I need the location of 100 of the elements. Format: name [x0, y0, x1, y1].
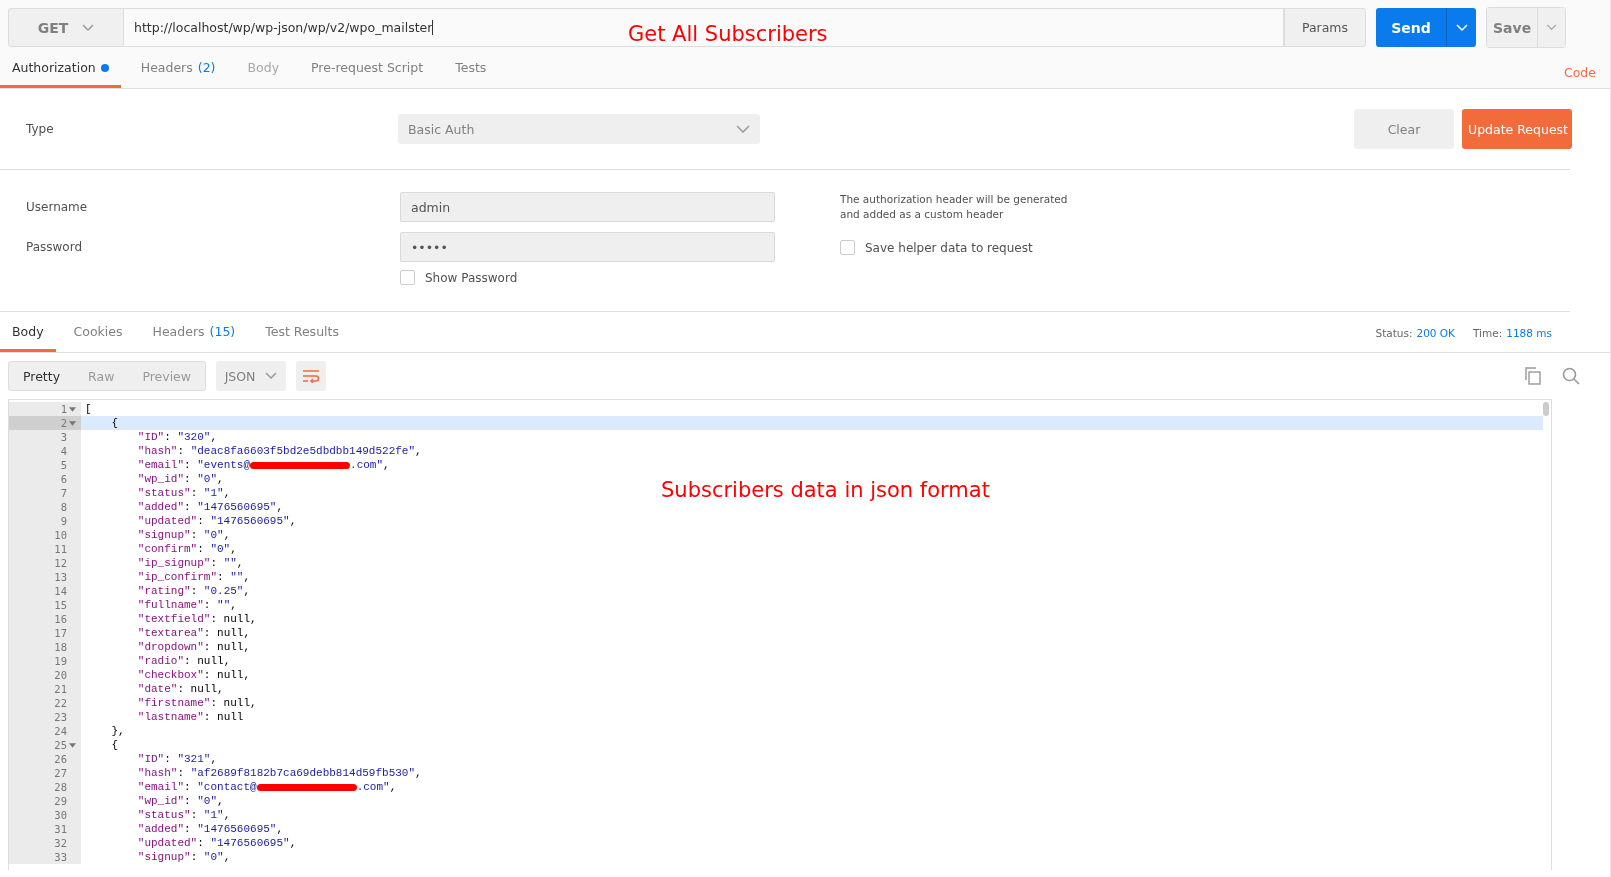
code-text: .com"	[356, 781, 390, 793]
line-number: 15	[54, 599, 67, 611]
code-line: {	[110, 417, 118, 429]
line-number: 20	[54, 669, 67, 681]
line-number: 30	[54, 809, 67, 821]
tab-label: Headers	[140, 60, 193, 75]
line-number: 17	[54, 627, 67, 639]
type-label: Type	[26, 122, 55, 136]
chevron-down-icon	[82, 23, 95, 32]
code-line: "ip_confirm": "",	[136, 571, 251, 583]
line-number: 8	[60, 501, 67, 513]
line-number: 29	[54, 795, 67, 807]
response-tab[interactable]: Body	[0, 314, 56, 352]
code-text: "events@	[197, 459, 251, 471]
code-line: "signup": "0",	[136, 851, 231, 863]
chevron-down-icon	[265, 372, 278, 380]
line-number: 12	[54, 557, 67, 569]
code-line: "status": "1",	[136, 809, 231, 821]
line-number: 33	[54, 851, 67, 863]
code-line: "wp_id": "0",	[136, 795, 224, 807]
password-field[interactable]: •••••	[400, 232, 775, 262]
code-line: "status": "1",	[136, 487, 231, 499]
send-dropdown-button[interactable]	[1446, 8, 1476, 47]
username-label: Username	[26, 200, 89, 214]
line-number: 16	[54, 613, 67, 625]
line-number: 6	[60, 473, 67, 485]
count-label: (2)	[197, 60, 216, 75]
line-number: 13	[54, 571, 67, 583]
wrap-lines-button[interactable]	[296, 361, 327, 391]
line-number: 19	[54, 655, 67, 667]
line-number: 3	[60, 431, 67, 443]
line-number: 10	[54, 529, 67, 541]
tab-label: Cookies	[73, 324, 123, 339]
time-label: Time:	[1473, 327, 1503, 339]
checkbox[interactable]	[840, 240, 855, 255]
response-tab[interactable]: Headers (15)	[140, 314, 248, 352]
fold-arrow-icon[interactable]	[68, 742, 76, 748]
view-mode-button[interactable]: Pretty	[9, 362, 75, 390]
tab-label: Body	[12, 324, 44, 339]
request-tab[interactable]: Authorization	[0, 50, 121, 88]
line-number: 1	[60, 403, 67, 415]
checkbox[interactable]	[400, 270, 415, 285]
format-dropdown[interactable]: JSON	[216, 361, 287, 391]
code-line: "updated": "1476560695",	[136, 837, 297, 849]
code-line: "wp_id": "0",	[136, 473, 224, 485]
tab-label: Tests	[455, 60, 487, 75]
line-number: 5	[60, 459, 67, 471]
tab-label: Pre-request Script	[311, 60, 424, 75]
request-tab[interactable]: Tests	[443, 50, 499, 88]
username-field[interactable]: admin	[400, 192, 775, 222]
send-button[interactable]: Send	[1376, 8, 1446, 47]
line-number: 4	[60, 445, 67, 457]
code-line: "dropdown": null,	[136, 641, 251, 653]
code-line: "textfield": null,	[136, 613, 257, 625]
fold-arrow-icon[interactable]	[68, 420, 76, 426]
tab-label: Authorization	[12, 60, 96, 75]
view-mode-button[interactable]: Raw	[74, 362, 129, 390]
save-button[interactable]: Save	[1487, 8, 1537, 47]
code-line: "ID": "321",	[136, 753, 218, 765]
response-tab[interactable]: Test Results	[253, 314, 351, 352]
code-text: "email"	[136, 781, 185, 793]
line-number: 7	[60, 487, 67, 499]
line-number: 31	[54, 823, 67, 835]
code-line: "added": "1476560695",	[136, 823, 284, 835]
code-line: "lastname": null	[136, 711, 244, 723]
line-number: 25	[54, 739, 67, 751]
tab-label: Body	[247, 60, 280, 75]
code-text: "contact@	[197, 781, 257, 793]
line-number: 28	[54, 781, 67, 793]
update-request-button[interactable]: Update Request	[1462, 109, 1572, 149]
params-button[interactable]: Params	[1284, 8, 1366, 47]
view-mode-button[interactable]: Preview	[128, 362, 206, 390]
response-tab[interactable]: Cookies	[61, 314, 135, 352]
request-tab[interactable]: Headers (2)	[128, 50, 228, 88]
method-dropdown[interactable]: GET	[8, 8, 124, 47]
line-number: 22	[54, 697, 67, 709]
code-line: "hash": "deac8fa6603f5bd2e5dbdbb149d522fe",	[136, 445, 422, 457]
time-value: 1188 ms	[1506, 327, 1552, 339]
line-number: 24	[54, 725, 67, 737]
line-number: 21	[54, 683, 67, 695]
code-link[interactable]: Code	[1564, 58, 1596, 80]
clear-button[interactable]: Clear	[1354, 109, 1454, 149]
copy-icon[interactable]	[1524, 367, 1542, 385]
code-line: "added": "1476560695",	[136, 501, 284, 513]
code-line: "date": null,	[136, 683, 224, 695]
code-text: ,	[389, 781, 397, 793]
fold-arrow-icon[interactable]	[68, 406, 76, 412]
code-text: "email"	[136, 459, 185, 471]
search-icon[interactable]	[1562, 367, 1580, 385]
request-tab[interactable]: Pre-request Script	[299, 50, 436, 88]
code-line: "textarea": null,	[136, 627, 251, 639]
scrollbar[interactable]	[1543, 402, 1549, 416]
auth-type-select[interactable]: Basic Auth	[398, 114, 760, 144]
code-line: [	[84, 403, 92, 415]
count-label: (15)	[209, 324, 236, 339]
line-number: 26	[54, 753, 67, 765]
code-line: "ID": "320",	[136, 431, 218, 443]
status-label: Status:	[1375, 327, 1413, 339]
code-line: "ip_signup": "",	[136, 557, 244, 569]
annotation-text: Subscribers data in json format	[661, 478, 990, 502]
